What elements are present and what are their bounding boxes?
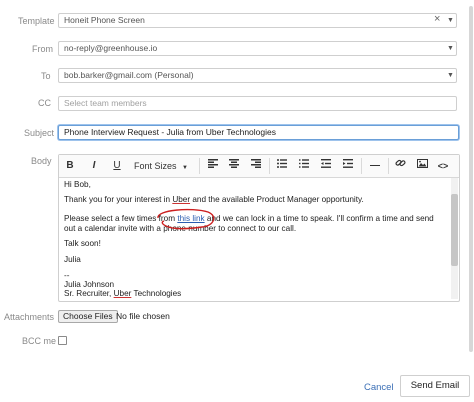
cc-placeholder: Select team members (64, 98, 147, 108)
signature-dash: -- (64, 271, 70, 280)
send-email-button[interactable]: Send Email (400, 375, 470, 397)
chevron-down-icon[interactable]: ▼ (447, 14, 454, 27)
signature-title: Sr. Recruiter, Uber Technologies (64, 289, 182, 298)
page-scrollbar[interactable] (469, 6, 473, 352)
template-value: Honeit Phone Screen (64, 15, 145, 25)
chevron-down-icon: ▼ (182, 165, 188, 171)
numbered-list-icon[interactable] (297, 158, 311, 174)
paragraph-2: Please select a few times from this link… (64, 208, 445, 234)
subject-value: Phone Interview Request - Julia from Ube… (64, 127, 276, 137)
font-sizes-dropdown[interactable]: Font Sizes ▼ (133, 158, 189, 174)
from-value: no-reply@greenhouse.io (64, 43, 158, 53)
greeting-line: Hi Bob, (64, 180, 91, 189)
align-left-icon[interactable] (206, 158, 220, 174)
underline-button[interactable]: U (110, 158, 124, 174)
indent-icon[interactable] (341, 158, 355, 174)
toolbar-divider (361, 158, 362, 174)
cc-input[interactable]: Select team members (58, 96, 457, 111)
image-icon[interactable] (415, 158, 429, 174)
to-label: To (41, 71, 51, 81)
subject-input[interactable]: Phone Interview Request - Julia from Ube… (58, 125, 459, 140)
to-value: bob.barker@gmail.com (Personal) (64, 70, 194, 80)
font-sizes-label: Font Sizes (134, 161, 177, 171)
editor-scroll-thumb[interactable] (451, 194, 458, 266)
align-center-icon[interactable] (227, 158, 241, 174)
subject-label: Subject (24, 128, 55, 138)
chevron-down-icon[interactable]: ▼ (447, 69, 454, 82)
spellcheck-word: Uber (172, 195, 191, 204)
attachments-label: Attachments (4, 312, 55, 322)
spellcheck-word: Uber (113, 289, 132, 298)
italic-button[interactable]: I (87, 158, 101, 174)
signature-name: Julia Johnson (64, 280, 115, 289)
template-select[interactable]: Honeit Phone Screen × ▼ (58, 13, 457, 28)
bold-button[interactable]: B (63, 158, 77, 174)
bcc-label: BCC me (22, 336, 57, 346)
body-editor[interactable]: B I U Font Sizes ▼ — <> Hi Bob, Thank yo… (58, 154, 460, 302)
bcc-checkbox[interactable] (58, 336, 67, 345)
closing-line: Talk soon! (64, 239, 101, 248)
chevron-down-icon[interactable]: ▼ (447, 42, 454, 55)
email-body-content[interactable]: Hi Bob, Thank you for your interest in U… (64, 180, 445, 298)
outdent-icon[interactable] (319, 158, 333, 174)
body-label: Body (31, 156, 52, 166)
editor-scrollbar[interactable] (451, 178, 458, 299)
name-line: Julia (64, 255, 81, 264)
link-icon[interactable] (393, 158, 407, 174)
toolbar-divider (199, 158, 200, 174)
paragraph-1: Thank you for your interest in Uber and … (64, 195, 364, 204)
annotation-circle (157, 208, 215, 230)
align-right-icon[interactable] (249, 158, 263, 174)
toolbar-divider (269, 158, 270, 174)
toolbar-divider (388, 158, 389, 174)
bullet-list-icon[interactable] (275, 158, 289, 174)
template-label: Template (18, 16, 55, 26)
horizontal-rule-icon[interactable]: — (367, 158, 383, 174)
code-view-icon[interactable]: <> (435, 158, 451, 174)
editor-toolbar: B I U Font Sizes ▼ — <> (59, 155, 459, 178)
file-status: No file chosen (116, 311, 170, 321)
clear-icon[interactable]: × (434, 14, 440, 26)
choose-files-button[interactable]: Choose Files (58, 310, 118, 323)
from-select[interactable]: no-reply@greenhouse.io ▼ (58, 41, 457, 56)
cc-label: CC (38, 98, 51, 108)
cancel-button[interactable]: Cancel (364, 382, 394, 393)
to-select[interactable]: bob.barker@gmail.com (Personal) ▼ (58, 68, 457, 83)
from-label: From (32, 44, 53, 54)
